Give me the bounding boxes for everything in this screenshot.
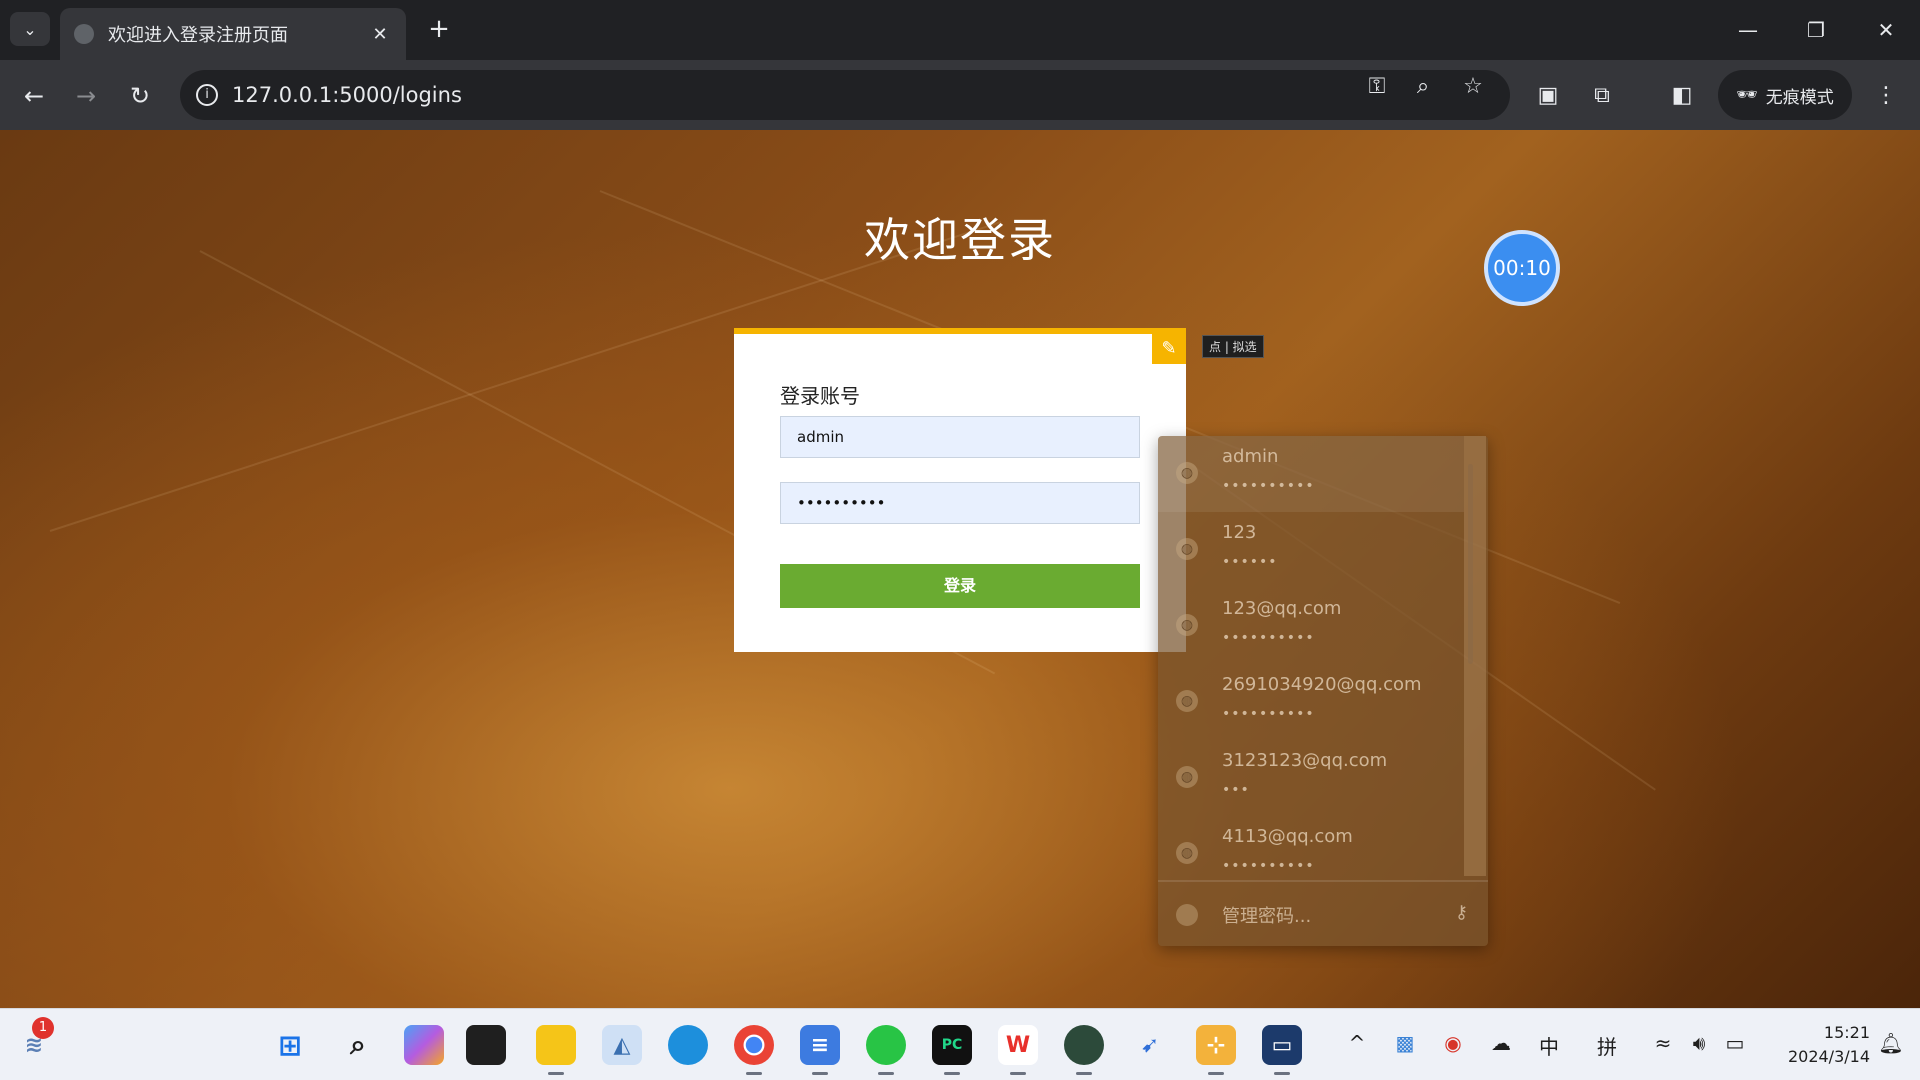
tray-app-icon[interactable]: ▩ <box>1390 1031 1420 1055</box>
forward-button[interactable]: → <box>66 76 106 116</box>
timer-badge[interactable]: 00:10 <box>1484 230 1560 306</box>
side-panel-icon[interactable]: ◧ <box>1664 78 1700 114</box>
login-heading: 登录账号 <box>780 384 860 408</box>
wifi-icon[interactable]: ≈ <box>1648 1031 1678 1055</box>
reading-mode-icon[interactable]: ▣ <box>1530 78 1566 114</box>
globe-icon: ◍ <box>1176 690 1198 712</box>
url-text[interactable]: 127.0.0.1:5000/logins <box>232 83 462 107</box>
zoom-icon[interactable]: ⌕ <box>1408 72 1438 102</box>
page-title: 欢迎登录 <box>864 213 1056 267</box>
manage-passwords-label: 管理密码... <box>1222 906 1312 927</box>
app-avatar-icon[interactable] <box>1064 1025 1104 1075</box>
saved-password-item[interactable]: ◍ 2691034920@qq.com •••••••••• <box>1158 664 1464 740</box>
globe-icon: ◍ <box>1176 538 1198 560</box>
photos-icon[interactable]: ◭ <box>602 1025 642 1065</box>
key-icon: ⚷ <box>1454 902 1468 923</box>
close-window-button[interactable]: ✕ <box>1866 12 1906 48</box>
chevron-down-icon: ⌄ <box>23 19 37 39</box>
ime-language[interactable]: 中 <box>1534 1031 1564 1060</box>
network-tool-icon[interactable]: ⊹ <box>1196 1025 1236 1075</box>
address-bar[interactable]: i 127.0.0.1:5000/logins <box>180 70 1510 120</box>
volume-icon[interactable]: 🔊︎ <box>1684 1031 1714 1055</box>
saved-username: 123@qq.com <box>1222 598 1342 619</box>
chrome-icon <box>1176 904 1198 926</box>
saved-password-mask: •••••• <box>1222 554 1278 570</box>
battery-icon[interactable]: ▭ <box>1720 1031 1750 1055</box>
saved-username: 123 <box>1222 522 1257 543</box>
pycharm-icon[interactable]: PC <box>932 1025 972 1075</box>
tab-title: 欢迎进入登录注册页面 <box>108 25 288 46</box>
tab-search-button[interactable]: ⌄ <box>10 12 50 46</box>
restore-button[interactable]: ❐ <box>1796 12 1836 48</box>
edit-pencil-icon[interactable]: ✎ <box>1152 334 1186 364</box>
globe-icon: ◍ <box>1176 462 1198 484</box>
favicon-icon <box>74 24 94 44</box>
saved-password-item[interactable]: ◍ 123 •••••• <box>1158 512 1464 588</box>
system-clock[interactable]: 15:21 2024/3/14 <box>1760 1021 1870 1069</box>
back-button[interactable]: ← <box>14 76 54 116</box>
taskbar: ≋ 1 ⊞ ⌕ ◭ ≡ PC W ➹ ⊹ ▭ ^ ▩ ◉ ☁ 中 拼 ≈ 🔊︎ … <box>0 1008 1920 1080</box>
wps-icon[interactable]: W <box>998 1025 1038 1075</box>
clock-time: 15:21 <box>1823 1023 1870 1042</box>
browser-toolbar: ← → ↻ i 127.0.0.1:5000/logins ⚿ ⌕ ☆ ▣ ⧉ … <box>0 60 1920 130</box>
globe-icon: ◍ <box>1176 842 1198 864</box>
saved-username: 3123123@qq.com <box>1222 750 1388 771</box>
windows-start-icon[interactable]: ⊞ <box>270 1025 310 1065</box>
saved-password-item[interactable]: ◍ admin •••••••••• <box>1158 436 1464 512</box>
new-tab-button[interactable]: + <box>424 14 454 44</box>
saved-password-mask: •••••••••• <box>1222 706 1315 722</box>
edit-tooltip: 点 | 拟选 <box>1202 335 1264 358</box>
notepad-icon[interactable]: ≡ <box>800 1025 840 1075</box>
saved-passwords-dropdown: ◍ admin •••••••••• ◍ 123 •••••• ◍ 123@qq… <box>1158 436 1488 946</box>
saved-password-mask: •••••••••• <box>1222 858 1315 874</box>
notification-bell-icon[interactable]: 🔔︎ <box>1876 1031 1906 1055</box>
copilot-icon[interactable] <box>404 1025 444 1065</box>
key-icon[interactable]: ⚿ <box>1362 72 1392 102</box>
search-icon[interactable]: ⌕ <box>338 1025 378 1065</box>
incognito-indicator[interactable]: 🕶 无痕模式 <box>1718 70 1852 120</box>
tab-close-button[interactable]: ✕ <box>368 24 392 45</box>
login-button[interactable]: 登录 <box>780 564 1140 608</box>
globe-icon: ◍ <box>1176 766 1198 788</box>
show-hidden-icons[interactable]: ^ <box>1342 1031 1372 1055</box>
password-input[interactable]: •••••••••• <box>780 482 1140 524</box>
qq-icon[interactable]: ◉ <box>1438 1031 1468 1055</box>
incognito-icon: 🕶 <box>1736 85 1758 105</box>
saved-username: admin <box>1222 446 1279 467</box>
browser-tab[interactable]: 欢迎进入登录注册页面 ✕ <box>60 8 406 60</box>
site-info-icon[interactable]: i <box>196 84 218 106</box>
notification-badge: 1 <box>32 1017 54 1039</box>
login-card: ✎ 登录账号 admin •••••••••• 登录 <box>734 328 1186 652</box>
menu-kebab-icon[interactable]: ⋮ <box>1868 78 1904 114</box>
task-view-icon[interactable] <box>466 1025 506 1065</box>
saved-password-item[interactable]: ◍ 3123123@qq.com ••• <box>1158 740 1464 816</box>
saved-password-mask: •••••••••• <box>1222 630 1315 646</box>
bookmark-star-icon[interactable]: ☆ <box>1458 72 1488 102</box>
saved-username: 2691034920@qq.com <box>1222 674 1422 695</box>
ime-mode[interactable]: 拼 <box>1592 1031 1622 1060</box>
saved-password-mask: •••••••••• <box>1222 478 1315 494</box>
clock-date: 2024/3/14 <box>1787 1047 1870 1066</box>
reload-button[interactable]: ↻ <box>120 76 160 116</box>
dropdown-scrollbar-thumb[interactable] <box>1468 464 1473 664</box>
saved-password-item[interactable]: ◍ 4113@qq.com •••••••••• <box>1158 816 1464 878</box>
file-explorer-icon[interactable] <box>536 1025 576 1075</box>
extensions-icon[interactable]: ⧉ <box>1584 78 1620 114</box>
manage-passwords-item[interactable]: 管理密码... ⚷ <box>1158 882 1488 946</box>
saved-password-item[interactable]: ◍ 123@qq.com •••••••••• <box>1158 588 1464 664</box>
saved-password-mask: ••• <box>1222 782 1250 798</box>
wechat-icon[interactable] <box>866 1025 906 1075</box>
edge-icon[interactable] <box>668 1025 708 1065</box>
minimize-button[interactable]: — <box>1728 12 1768 48</box>
rocket-icon[interactable]: ➹ <box>1130 1025 1170 1065</box>
page-content: 欢迎登录 00:10 ✎ 登录账号 admin •••••••••• 登录 点 … <box>0 130 1920 1008</box>
incognito-label: 无痕模式 <box>1765 87 1834 108</box>
globe-icon: ◍ <box>1176 614 1198 636</box>
onedrive-icon[interactable]: ☁ <box>1486 1031 1516 1055</box>
saved-username: 4113@qq.com <box>1222 826 1353 847</box>
remote-desktop-icon[interactable]: ▭ <box>1262 1025 1302 1075</box>
username-input[interactable]: admin <box>780 416 1140 458</box>
chrome-icon[interactable] <box>734 1025 774 1075</box>
browser-title-bar: ⌄ 欢迎进入登录注册页面 ✕ + — ❐ ✕ <box>0 0 1920 60</box>
